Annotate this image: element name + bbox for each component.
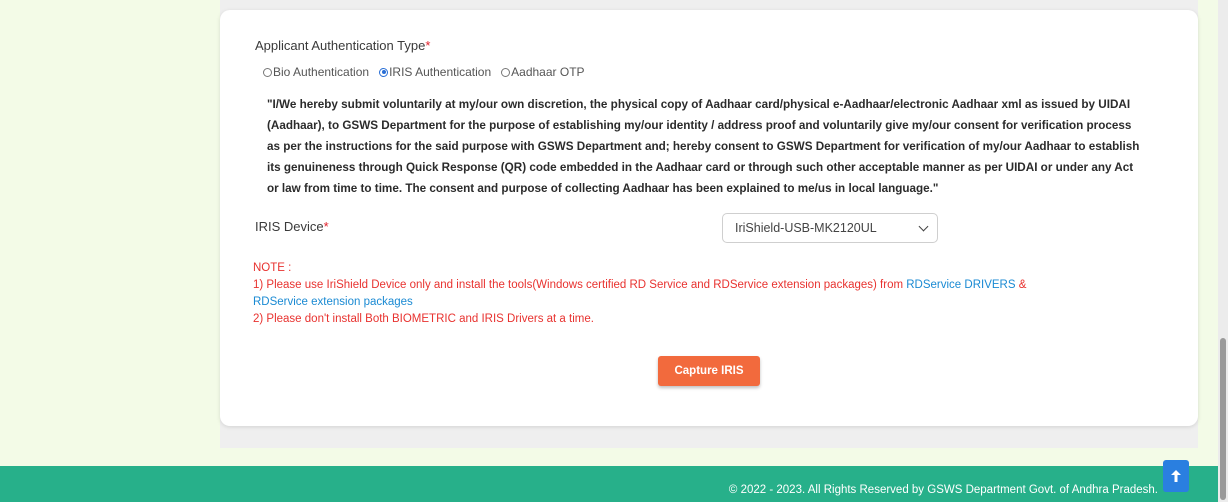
radio-bio-authentication[interactable]: Bio Authentication <box>263 65 369 79</box>
copyright-text: © 2022 - 2023. All Rights Reserved by GS… <box>728 484 1158 496</box>
rdservice-extension-packages-link[interactable]: RDService extension packages <box>253 296 413 308</box>
authentication-card: Applicant Authentication Type* Bio Authe… <box>220 10 1198 426</box>
aadhaar-consent-text: "I/We hereby submit voluntarily at my/ou… <box>267 98 1140 195</box>
page-scrollbar[interactable] <box>1218 0 1228 502</box>
required-asterisk: * <box>323 219 329 234</box>
radio-unchecked-icon[interactable] <box>263 67 272 77</box>
note-line-1: 1) Please use IriShield Device only and … <box>253 279 1027 308</box>
required-asterisk: * <box>425 38 431 53</box>
rdservice-drivers-link[interactable]: RDService DRIVERS <box>906 279 1015 291</box>
iris-device-selected-value: IriShield-USB-MK2120UL <box>735 221 877 235</box>
footer: © 2022 - 2023. All Rights Reserved by GS… <box>0 466 1228 502</box>
arrow-up-icon <box>1171 470 1181 482</box>
radio-unchecked-icon[interactable] <box>501 67 511 77</box>
scrollbar-thumb[interactable] <box>1220 338 1226 500</box>
chevron-down-icon <box>918 221 929 232</box>
note-line-2: 2) Please don't install Both BIOMETRIC a… <box>253 313 594 325</box>
radio-iris-authentication[interactable]: IRIS Authentication <box>379 65 491 79</box>
note-block: NOTE : 1) Please use IriShield Device on… <box>253 260 1153 328</box>
auth-type-radio-group: Bio Authentication IRIS Authentication A… <box>263 65 595 79</box>
radio-checked-icon[interactable] <box>379 67 389 77</box>
auth-type-label: Applicant Authentication Type* <box>255 38 431 53</box>
note-title: NOTE : <box>253 262 292 274</box>
iris-device-label: IRIS Device* <box>255 219 329 234</box>
capture-iris-button[interactable]: Capture IRIS <box>658 356 760 386</box>
scroll-to-top-button[interactable] <box>1163 460 1189 492</box>
iris-device-select[interactable]: IriShield-USB-MK2120UL <box>722 213 938 243</box>
radio-aadhaar-otp[interactable]: Aadhaar OTP <box>501 65 585 79</box>
